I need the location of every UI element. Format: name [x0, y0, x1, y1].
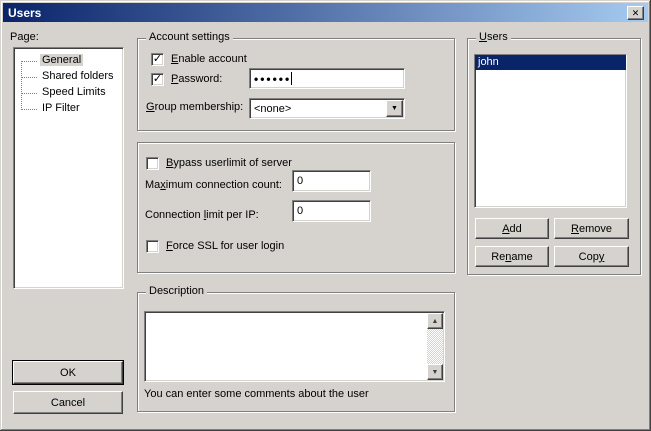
description-scrollbar[interactable]: ▲ ▼ [427, 313, 443, 380]
page-label: Page: [10, 31, 39, 43]
add-button-label: Add [502, 223, 522, 235]
users-group-title: Users [476, 31, 511, 43]
tree-item-label: IP Filter [40, 102, 82, 114]
description-hint: You can enter some comments about the us… [144, 388, 369, 400]
force-ssl-checkbox[interactable] [146, 240, 159, 253]
force-ssl-label: Force SSL for user login [166, 240, 284, 252]
password-input[interactable]: •••••• [249, 68, 405, 89]
tree-item-general[interactable]: General [14, 53, 123, 69]
scroll-up-icon: ▲ [432, 318, 439, 325]
tree-item-label: Speed Limits [40, 86, 108, 98]
tree-item-shared-folders[interactable]: Shared folders [14, 69, 123, 85]
cancel-button-label: Cancel [51, 397, 85, 409]
max-connections-input[interactable]: 0 [292, 170, 371, 192]
group-membership-label: Group membership: [146, 101, 243, 113]
chevron-down-icon: ▼ [391, 105, 398, 112]
tree-branch-icon [21, 77, 37, 78]
tree-item-label: General [40, 54, 83, 66]
close-button[interactable]: ✕ [627, 6, 644, 20]
ok-button[interactable]: OK [13, 361, 123, 384]
scroll-down-icon: ▼ [432, 369, 439, 376]
group-membership-value: <none> [254, 103, 291, 115]
group-membership-select[interactable]: <none> ▼ [249, 98, 405, 119]
copy-user-button[interactable]: Copy [554, 246, 629, 267]
checkmark-icon: ✓ [153, 74, 162, 85]
text-caret [291, 72, 292, 85]
user-name: john [478, 56, 499, 68]
connection-limits-group: Bypass userlimit of server Maximum conne… [137, 142, 455, 273]
tree-item-ip-filter[interactable]: IP Filter [14, 101, 123, 117]
scroll-down-button[interactable]: ▼ [427, 364, 443, 380]
rename-button-label: Rename [491, 251, 533, 263]
conn-per-ip-value: 0 [297, 205, 303, 217]
users-dialog: Users ✕ Page: General Shared folders Spe… [0, 0, 651, 431]
page-tree[interactable]: General Shared folders Speed Limits IP F… [13, 47, 124, 289]
title-bar[interactable]: Users [3, 3, 648, 22]
tree-branch-icon [21, 109, 37, 110]
bypass-userlimit-checkbox[interactable] [146, 157, 159, 170]
enable-account-label: Enable account [171, 53, 247, 65]
description-group: Description ▲ ▼ You can enter some comme… [137, 292, 455, 412]
user-list-item[interactable]: john [475, 55, 626, 70]
max-connections-value: 0 [297, 175, 303, 187]
scroll-up-button[interactable]: ▲ [427, 313, 443, 329]
window-title: Users [3, 6, 41, 20]
account-settings-group: Account settings ✓ Enable account ✓ Pass… [137, 38, 455, 131]
add-user-button[interactable]: Add [475, 218, 549, 239]
users-listbox[interactable]: john [474, 54, 627, 208]
close-icon: ✕ [632, 9, 640, 18]
rename-user-button[interactable]: Rename [475, 246, 549, 267]
tree-branch-icon [21, 61, 37, 62]
ok-button-label: OK [60, 367, 76, 379]
checkmark-icon: ✓ [153, 54, 162, 65]
conn-per-ip-label: Connection limit per IP: [145, 209, 259, 221]
remove-button-label: Remove [571, 223, 612, 235]
enable-account-checkbox[interactable]: ✓ [151, 53, 164, 66]
password-checkbox[interactable]: ✓ [151, 73, 164, 86]
remove-user-button[interactable]: Remove [554, 218, 629, 239]
copy-button-label: Copy [579, 251, 605, 263]
description-title: Description [146, 285, 207, 297]
users-group: Users john Add Remove Rename Copy [467, 38, 641, 275]
tree-branch-icon [21, 93, 37, 94]
max-connections-label: Maximum connection count: [145, 179, 282, 191]
tree-item-speed-limits[interactable]: Speed Limits [14, 85, 123, 101]
conn-per-ip-input[interactable]: 0 [292, 200, 371, 222]
password-label: Password: [171, 73, 222, 85]
password-value: •••••• [254, 72, 291, 86]
bypass-userlimit-label: Bypass userlimit of server [166, 157, 292, 169]
tree-item-label: Shared folders [40, 70, 116, 82]
dropdown-button[interactable]: ▼ [386, 100, 403, 117]
description-textarea[interactable]: ▲ ▼ [144, 311, 445, 382]
cancel-button[interactable]: Cancel [13, 391, 123, 414]
account-settings-title: Account settings [146, 31, 233, 43]
